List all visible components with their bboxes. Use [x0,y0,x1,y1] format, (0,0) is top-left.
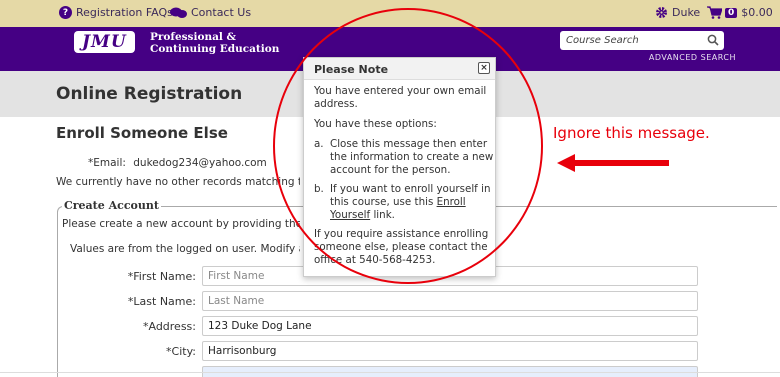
option-a-text: Close this message then enter the inform… [330,138,494,176]
address-label: *Address: [142,320,196,333]
create-account-description: Please create a new account by providing… [62,218,300,230]
contact-us-label: Contact Us [191,6,252,19]
course-search [560,31,724,50]
dialog-message: You have entered your own email address. [314,85,487,110]
option-b-end: link. [370,209,395,221]
email-value: dukedog234@yahoo.com [133,157,267,169]
cart-link[interactable]: 0 $0.00 [707,6,773,19]
bottom-divider [0,372,780,373]
chat-icon [170,7,187,19]
registration-faqs-label: Registration FAQs [76,6,173,19]
contact-us-link[interactable]: Contact Us [170,6,251,19]
option-b-content: If you want to enroll yourself in this c… [330,183,494,222]
user-name: Duke [672,6,701,19]
create-account-legend: Create Account [62,199,161,212]
search-icon[interactable] [707,34,719,49]
department-line-2: Continuing Education [150,43,280,55]
cart-count-badge: 0 [725,7,738,18]
dialog-title: Please Note [314,63,389,76]
option-b: b. If you want to enroll yourself in thi… [314,183,494,222]
dialog-header: Please Note × [304,58,495,80]
close-icon[interactable]: × [478,62,490,74]
dialog-assistance: If you require assistance enrolling some… [314,228,489,266]
section-title: Enroll Someone Else [56,124,228,142]
last-name-label: *Last Name: [127,295,196,308]
please-note-dialog: Please Note × You have entered your own … [303,57,496,277]
cart-total: $0.00 [741,6,773,19]
dialog-options-intro: You have these options: [314,118,437,130]
department-line-1: Professional & [150,31,237,43]
last-name-field[interactable] [202,291,698,311]
annotation-arrow-icon [557,154,669,172]
address-field[interactable] [202,316,698,336]
first-name-label: *First Name: [127,270,196,283]
option-a: a. Close this message then enter the inf… [314,138,494,177]
city-field[interactable] [202,341,698,361]
option-a-letter: a. [314,138,324,150]
dialog-body: You have entered your own email address.… [314,85,494,274]
advanced-search-link[interactable]: ADVANCED SEARCH [649,53,736,62]
page-title: Online Registration [56,84,243,104]
option-b-letter: b. [314,183,324,195]
values-note: Values are from the logged on user. Modi… [70,243,300,255]
utility-bar: ? Registration FAQs Contact Us Duke 0 $0… [0,0,780,27]
city-label: *City: [166,345,196,358]
no-records-message: We currently have no other records match… [56,176,300,188]
email-label: *Email: [88,157,126,169]
question-icon: ? [59,6,72,19]
registration-faqs-link[interactable]: ? Registration FAQs [59,6,173,19]
course-search-input[interactable] [560,31,690,50]
cart-icon [707,6,722,19]
annotation-text: Ignore this message. [553,124,710,142]
option-b-text: If you want to enroll yourself in this c… [330,183,491,208]
gear-icon [655,6,668,19]
email-row: *Email: dukedog234@yahoo.com [88,157,267,169]
user-menu[interactable]: Duke [655,6,700,19]
jmu-logo[interactable]: JMU [74,31,135,53]
department-name: Professional & Continuing Education [150,31,279,55]
